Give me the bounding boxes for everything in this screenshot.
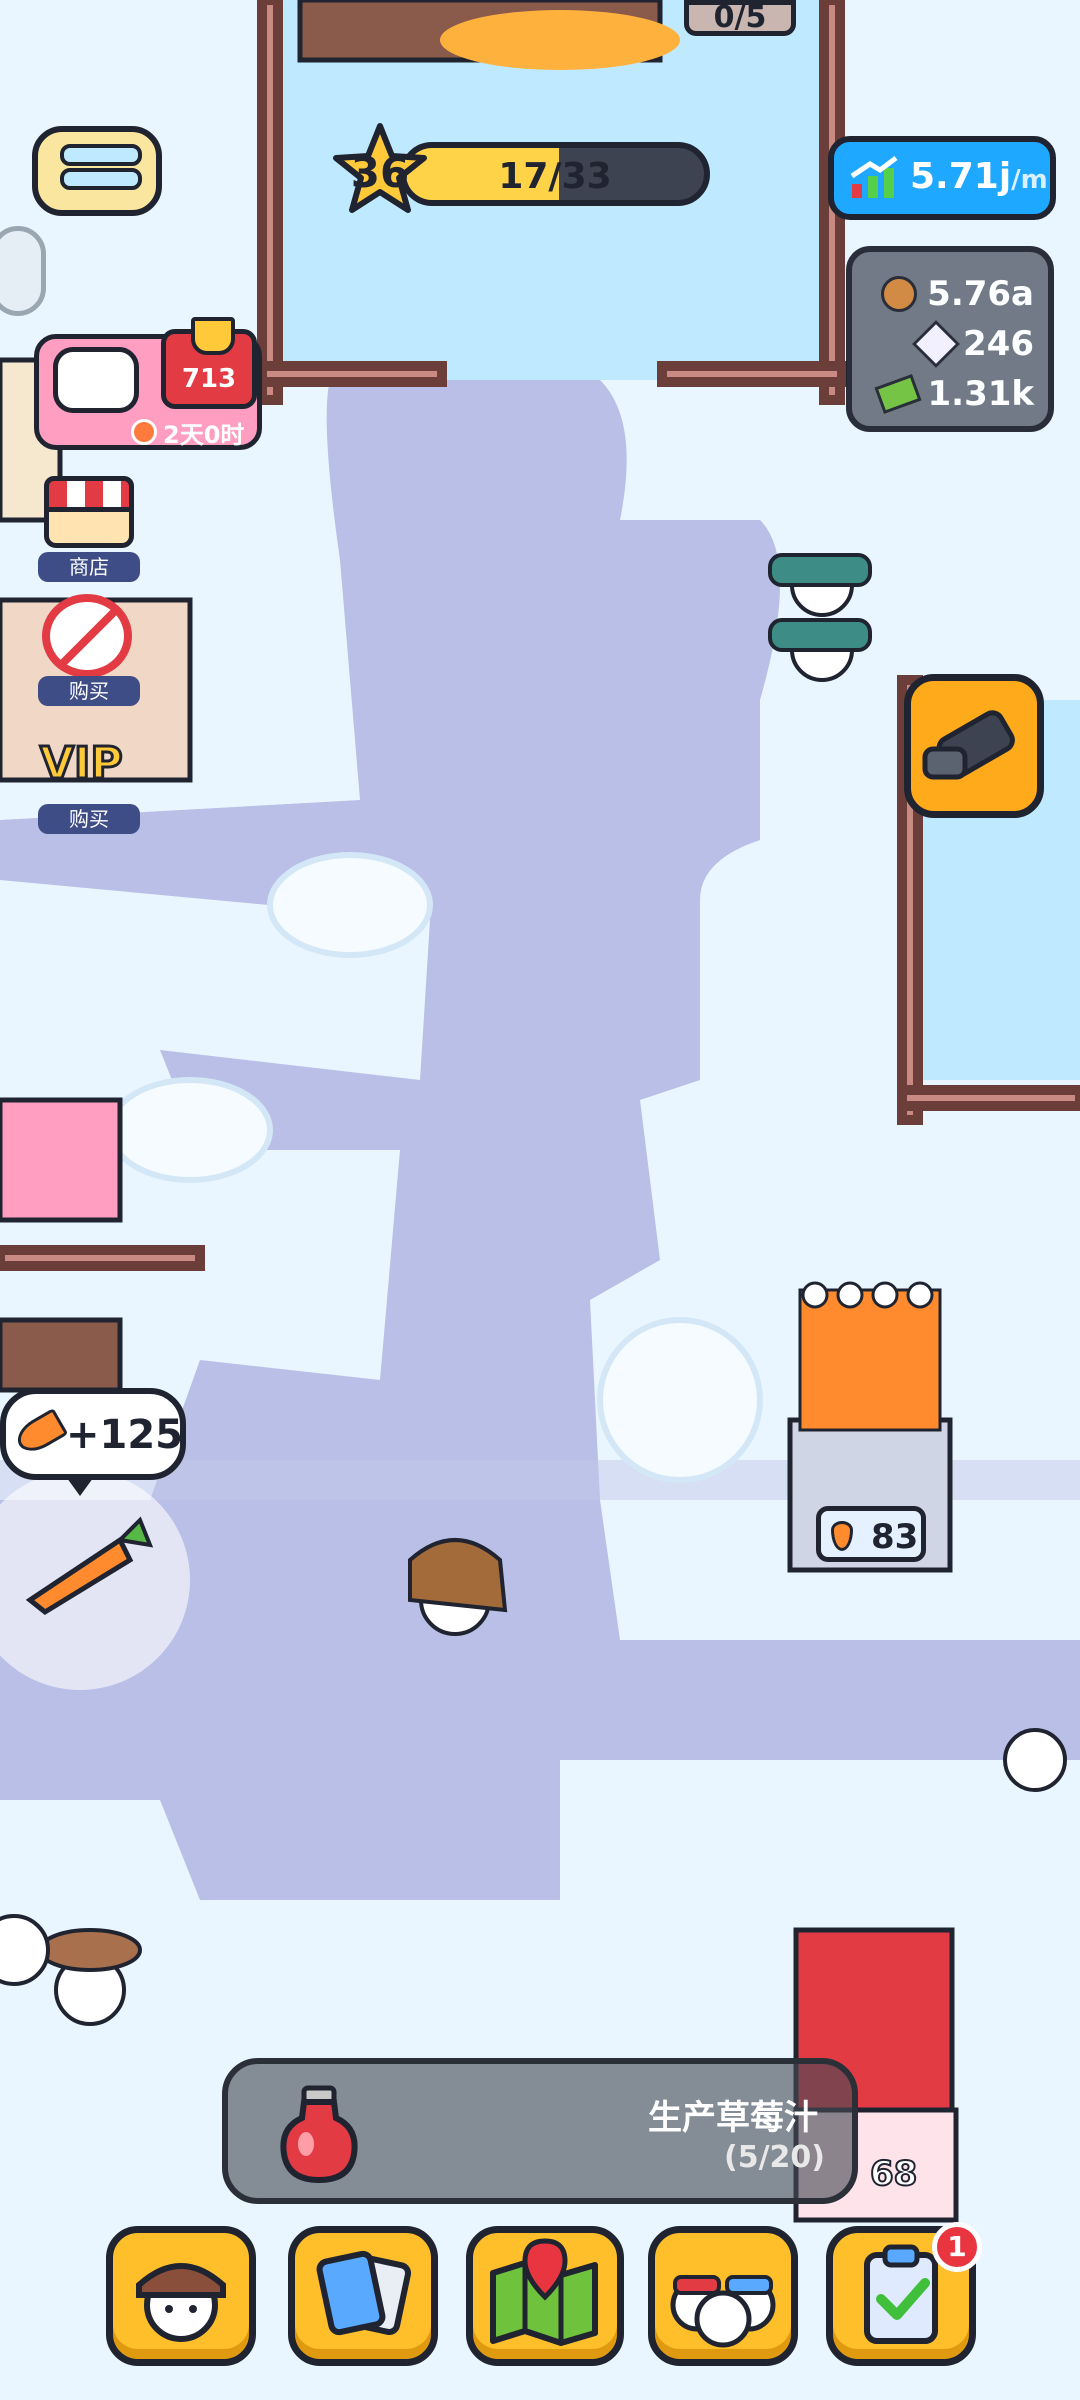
chef-avatar-icon <box>136 2263 226 2342</box>
gem-icon <box>911 319 961 369</box>
dock-cards-button[interactable] <box>288 2226 438 2366</box>
resource-cookie-value: 5.76a <box>927 274 1034 314</box>
chat-side-icon[interactable] <box>0 226 46 316</box>
menu-icon-bar <box>60 168 142 190</box>
resource-cookie: 5.76a <box>881 270 1034 318</box>
buy-label: 购买 <box>38 804 140 834</box>
resource-cash-value: 1.31k <box>927 374 1035 414</box>
menu-icon-bar <box>60 144 142 166</box>
shop-stall-icon <box>44 476 134 548</box>
cookie-icon <box>881 276 918 312</box>
main-menu-button[interactable] <box>32 126 162 216</box>
top-counter-sign: 0/5 <box>684 0 796 36</box>
no-ads-icon <box>42 594 132 678</box>
top-counter: 0/5 <box>713 0 767 35</box>
chart-up-icon <box>850 156 898 198</box>
xp-text: 17/33 <box>498 156 612 197</box>
resource-gem: 246 <box>911 319 1034 369</box>
production-progress: (5/20) <box>724 2140 826 2175</box>
no-ads-buy-button[interactable]: 购买 <box>30 594 148 706</box>
resource-cash: 1.31k <box>873 370 1035 418</box>
tasks-notification-badge: 1 <box>932 2222 982 2272</box>
dock-staff-button[interactable] <box>106 2226 256 2366</box>
event-timer: 2天0时 <box>163 421 245 449</box>
trophy-icon <box>191 317 235 355</box>
vip-crown-icon: VIP <box>39 728 136 794</box>
juice-stand-sign: 68 <box>860 2148 946 2198</box>
resource-gem-value: 246 <box>963 324 1034 364</box>
production-title: 生产草莓汁 <box>648 2098 818 2138</box>
shop-label: 商店 <box>38 552 140 582</box>
resources-panel: 5.76a 246 1.31k <box>846 246 1054 432</box>
carrot-stand-count: 83 <box>871 1517 919 1557</box>
clock-icon <box>131 419 157 445</box>
chainsaw-tool-button[interactable] <box>904 674 1044 818</box>
income-rate-button[interactable]: 5.71j/m <box>828 136 1056 220</box>
carrot-icon <box>11 1408 69 1458</box>
cash-icon <box>873 374 922 414</box>
chainsaw-icon <box>922 710 1015 780</box>
shop-button[interactable]: 商店 <box>30 470 148 582</box>
trophy-count: 713 <box>181 364 237 394</box>
xp-bar: 17/33 <box>400 142 710 206</box>
bubble-tail <box>64 1474 96 1496</box>
cards-icon <box>316 2250 412 2336</box>
carrot-gain-text: +125 <box>66 1412 184 1458</box>
carrot-stand-sign: 83 <box>816 1506 926 1562</box>
juice-stand-count: 68 <box>869 2153 918 2195</box>
vip-text: VIP <box>39 737 125 791</box>
production-panel[interactable]: 生产草莓汁 (5/20) <box>222 2058 858 2204</box>
event-card[interactable]: 713 2天0时 <box>34 317 262 450</box>
carrot-gain-bubble: +125 <box>0 1388 186 1480</box>
dock-team-button[interactable] <box>648 2226 798 2366</box>
map-icon <box>490 2238 598 2346</box>
dock-map-button[interactable] <box>466 2226 624 2366</box>
income-rate-unit: /m <box>1011 165 1048 195</box>
carrot-small-icon <box>831 1521 853 1551</box>
level-progress: 17/33 36 <box>330 120 730 220</box>
income-rate-value: 5.71j <box>910 156 1012 197</box>
tasks-notification-count: 1 <box>947 2230 967 2263</box>
income-rate-text: 5.71j/m <box>910 156 1048 197</box>
strawberry-juice-bottle-icon <box>280 2085 358 2184</box>
coffee-cup-icon <box>53 347 139 413</box>
buy-label: 购买 <box>38 676 140 706</box>
vip-buy-button[interactable]: VIP 购买 <box>30 722 148 834</box>
level-number: 36 <box>350 148 410 197</box>
team-avatars-icon <box>670 2275 776 2348</box>
